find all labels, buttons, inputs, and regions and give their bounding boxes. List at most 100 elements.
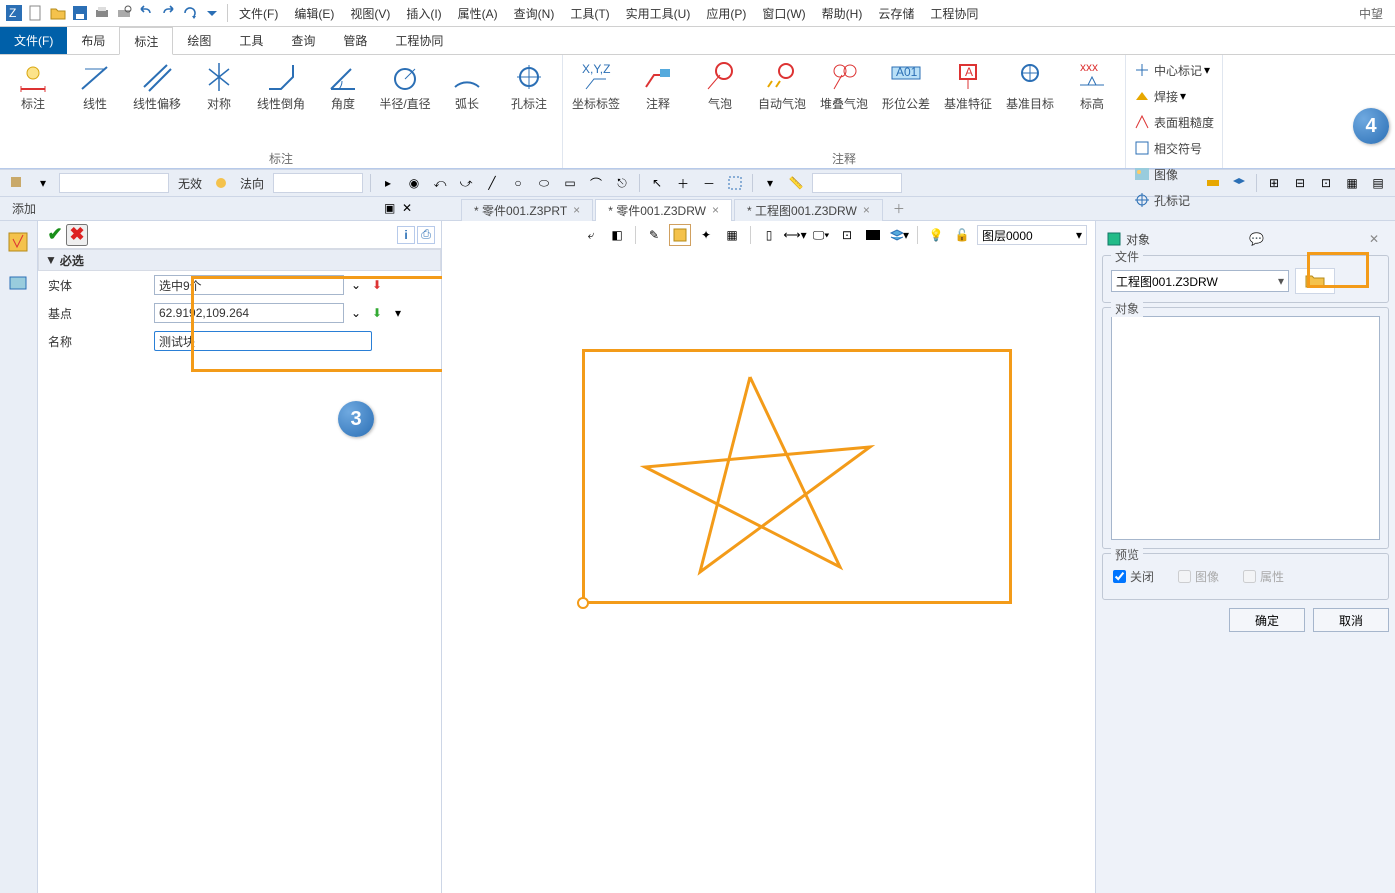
sub-combo-1[interactable] <box>59 173 169 193</box>
bulb-icon[interactable]: 💡 <box>925 224 947 246</box>
field-entity-input[interactable] <box>154 275 344 295</box>
btn-linear[interactable]: 线性 <box>64 57 126 113</box>
menu-collab[interactable]: 工程协同 <box>922 5 986 22</box>
record-icon[interactable]: ◉ <box>403 172 425 194</box>
grid-icon[interactable]: ⊟ <box>1289 172 1311 194</box>
ribbon-tab-collab[interactable]: 工程协同 <box>381 27 457 54</box>
btn-roughness[interactable]: 表面粗糙度 <box>1128 109 1220 135</box>
grid-icon[interactable]: ⊞ <box>1263 172 1285 194</box>
menu-edit[interactable]: 编辑(E) <box>286 5 342 22</box>
open-icon[interactable] <box>48 3 68 23</box>
refresh-icon[interactable] <box>180 3 200 23</box>
btn-linear-offset[interactable]: 线性偏移 <box>126 57 188 113</box>
grid-icon[interactable]: ▦ <box>1341 172 1363 194</box>
menu-insert[interactable]: 插入(I) <box>398 5 449 22</box>
tool-icon[interactable]: ⤻ <box>455 172 477 194</box>
chevron-down-icon[interactable]: ⌄ <box>347 276 365 294</box>
menu-file[interactable]: 文件(F) <box>231 5 286 22</box>
pick-icon[interactable]: ⬇ <box>368 276 386 294</box>
print-icon[interactable] <box>92 3 112 23</box>
panel-minimize-icon[interactable]: ▣ <box>384 201 400 217</box>
rect-icon[interactable]: ▭ <box>559 172 581 194</box>
btn-center-mark[interactable]: 中心标记▾ <box>1128 57 1220 83</box>
menu-cloud[interactable]: 云存储 <box>870 5 922 22</box>
cancel-button[interactable]: ✖ <box>66 224 88 246</box>
color-black-icon[interactable] <box>862 224 884 246</box>
btn-radius[interactable]: 半径/直径 <box>374 57 436 113</box>
close-icon[interactable]: × <box>573 203 580 217</box>
new-icon[interactable] <box>26 3 46 23</box>
btn-stack-balloon[interactable]: 堆叠气泡 <box>813 57 875 113</box>
chevron-down-icon[interactable]: ▾ <box>32 172 54 194</box>
close-icon[interactable]: × <box>863 203 870 217</box>
btn-gdt[interactable]: A01形位公差 <box>875 57 937 113</box>
tool-icon[interactable]: ⤺ <box>429 172 451 194</box>
back-icon[interactable]: ⤶ <box>580 224 602 246</box>
grid-icon[interactable]: ⊡ <box>1315 172 1337 194</box>
dialog-icon[interactable]: 💬 <box>1249 232 1264 246</box>
expand-icon[interactable]: ⎙ <box>417 226 435 244</box>
print-preview-icon[interactable] <box>114 3 134 23</box>
ribbon-tab-tools[interactable]: 工具 <box>225 27 277 54</box>
btn-image[interactable]: 图像 <box>1128 161 1208 187</box>
monitor-icon[interactable]: 🖵▾ <box>810 224 832 246</box>
btn-note[interactable]: 注释 <box>627 57 689 113</box>
ribbon-tab-query[interactable]: 查询 <box>277 27 329 54</box>
menu-query[interactable]: 查询(N) <box>506 5 563 22</box>
magic-icon[interactable]: ✦ <box>695 224 717 246</box>
dotted-icon[interactable]: ⊡ <box>836 224 858 246</box>
arc-icon[interactable]: ⌒ <box>585 172 607 194</box>
ellipse-icon[interactable]: ⬭ <box>533 172 555 194</box>
btn-elevation[interactable]: xxx标高 <box>1061 57 1123 113</box>
btn-datum-target[interactable]: 基准目标 <box>999 57 1061 113</box>
more-dropdown-icon[interactable] <box>202 3 222 23</box>
cancel-button[interactable]: 取消 <box>1313 608 1389 632</box>
btn-datum[interactable]: A基准特征 <box>937 57 999 113</box>
menu-app[interactable]: 应用(P) <box>698 5 754 22</box>
menu-tools[interactable]: 工具(T) <box>562 5 617 22</box>
chk-close[interactable]: 关闭 <box>1113 568 1154 585</box>
ok-button[interactable]: 确定 <box>1229 608 1305 632</box>
sub-origin-icon[interactable] <box>6 172 28 194</box>
doc-tab-engdrw[interactable]: * 工程图001.Z3DRW× <box>734 199 883 221</box>
play-icon[interactable]: ▸ <box>377 172 399 194</box>
ribbon-tab-draw[interactable]: 绘图 <box>173 27 225 54</box>
select-icon[interactable] <box>724 172 746 194</box>
btn-hole-dim[interactable]: 孔标注 <box>498 57 560 113</box>
ribbon-tab-dimension[interactable]: 标注 <box>119 27 173 55</box>
circle-icon[interactable]: ○ <box>507 172 529 194</box>
btn-intersect[interactable]: 相交符号 <box>1128 135 1208 161</box>
btn-hole-mark[interactable]: 孔标记 <box>1128 187 1208 213</box>
open-file-button[interactable] <box>1295 268 1335 294</box>
sub-combo-3[interactable] <box>812 173 902 193</box>
doc-tab-part-drw[interactable]: * 零件001.Z3DRW× <box>595 199 732 221</box>
cursor-icon[interactable]: ↖ <box>646 172 668 194</box>
layer-stack-icon[interactable]: ▾ <box>888 224 910 246</box>
menu-help[interactable]: 帮助(H) <box>814 5 871 22</box>
line-icon[interactable]: ╱ <box>481 172 503 194</box>
btn-weld[interactable]: 焊接▾ <box>1128 83 1220 109</box>
origin-handle[interactable] <box>577 597 589 609</box>
eraser-icon[interactable]: ◧ <box>606 224 628 246</box>
sub-icon-2[interactable] <box>210 172 232 194</box>
menu-utils[interactable]: 实用工具(U) <box>618 5 699 22</box>
ribbon-tab-layout[interactable]: 布局 <box>67 27 119 54</box>
history-icon[interactable] <box>7 231 31 255</box>
btn-balloon[interactable]: 气泡 <box>689 57 751 113</box>
btn-chamfer[interactable]: 线性倒角 <box>250 57 312 113</box>
doc-tab-part-prt[interactable]: * 零件001.Z3PRT× <box>461 199 593 221</box>
chevron-down-icon[interactable]: ⌄ <box>347 304 365 322</box>
menu-window[interactable]: 窗口(W) <box>754 5 813 22</box>
section-required[interactable]: ▼必选 <box>38 249 441 271</box>
tool-icon[interactable]: ⎋ <box>611 172 633 194</box>
btn-dimension[interactable]: 标注 <box>2 57 64 113</box>
btn-angle[interactable]: 角度 <box>312 57 374 113</box>
close-icon[interactable]: ✕ <box>1369 232 1379 246</box>
lock-icon[interactable]: 🔓 <box>951 224 973 246</box>
redo-icon[interactable] <box>158 3 178 23</box>
info-icon[interactable]: i <box>397 226 415 244</box>
grid-icon[interactable]: ▦ <box>721 224 743 246</box>
minus-icon[interactable]: － <box>698 172 720 194</box>
dropdown-icon[interactable]: ▾ <box>389 304 407 322</box>
btn-symmetric[interactable]: 对称 <box>188 57 250 113</box>
